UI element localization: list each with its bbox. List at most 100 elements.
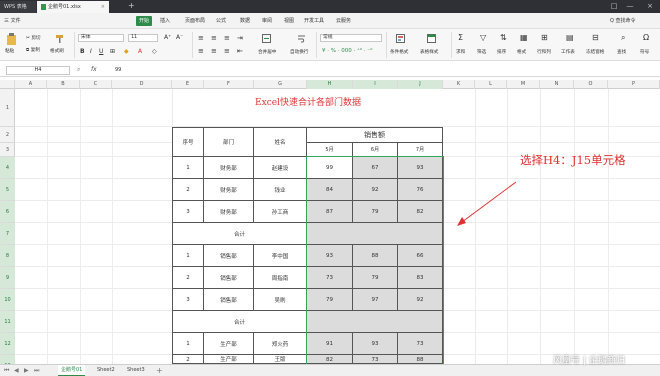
name-box[interactable]: H4: [6, 66, 70, 75]
new-tab-button[interactable]: +: [128, 0, 135, 13]
align-center-icon[interactable]: ≡: [211, 47, 217, 55]
close-window-button[interactable]: ×: [644, 0, 656, 13]
align-bottom-icon[interactable]: ≡: [224, 34, 230, 42]
menu-developer[interactable]: 开发工具: [304, 16, 324, 26]
cell-month6[interactable]: 93: [353, 333, 398, 355]
cell-month6[interactable]: 73: [353, 355, 398, 364]
header-month[interactable]: 5月: [307, 143, 353, 157]
row-header[interactable]: 1: [0, 89, 15, 127]
distribute-icon[interactable]: ⇤: [237, 47, 243, 55]
cell-month6[interactable]: 79: [353, 201, 398, 223]
menu-review[interactable]: 审阅: [262, 16, 272, 26]
row-header[interactable]: 2: [0, 127, 15, 143]
menu-file[interactable]: 三 文件: [4, 16, 21, 26]
italic-button[interactable]: I: [90, 48, 92, 55]
column-header[interactable]: I: [353, 80, 398, 89]
underline-button[interactable]: U: [99, 48, 103, 55]
table-style-button[interactable]: 表格样式: [420, 49, 438, 55]
conditional-format-button[interactable]: 条件格式: [390, 49, 408, 55]
subtotal-cells[interactable]: [307, 223, 443, 245]
menu-data[interactable]: 数据: [240, 16, 250, 26]
cell-month7[interactable]: 73: [398, 333, 443, 355]
bold-button[interactable]: B: [80, 48, 85, 55]
wps-home-tab[interactable]: WPS 表格: [0, 1, 36, 13]
filter-button[interactable]: 筛选: [477, 49, 486, 55]
cell-month7[interactable]: 88: [398, 355, 443, 364]
column-header[interactable]: M: [507, 80, 540, 89]
menu-insert[interactable]: 插入: [160, 16, 170, 26]
prev-sheet-icon[interactable]: ◀: [14, 365, 19, 376]
align-top-icon[interactable]: ≡: [198, 34, 204, 42]
border-button[interactable]: ⊞: [110, 48, 115, 55]
cell-month5[interactable]: 82: [307, 355, 353, 364]
fill-color-button[interactable]: ◆: [124, 48, 129, 55]
subtotal-label[interactable]: 合计: [172, 311, 307, 333]
font-color-button[interactable]: A: [138, 48, 142, 55]
worksheet-button[interactable]: 工作表: [561, 49, 575, 55]
header-name[interactable]: 姓名: [254, 127, 307, 157]
row-header[interactable]: 5: [0, 179, 15, 201]
clear-button[interactable]: ◇: [152, 48, 157, 55]
cell-no[interactable]: 1: [172, 157, 204, 179]
column-header[interactable]: H: [307, 80, 353, 89]
sheet-tab[interactable]: Sheet3: [124, 365, 148, 376]
format-painter-button[interactable]: 格式刷: [50, 48, 64, 54]
first-sheet-icon[interactable]: ⏮: [4, 365, 9, 376]
cell-no[interactable]: 1: [172, 245, 204, 267]
auto-wrap-button[interactable]: 自动换行: [290, 49, 308, 55]
cell-dept[interactable]: 财务部: [204, 179, 254, 201]
cell-month5[interactable]: 87: [307, 201, 353, 223]
column-header[interactable]: J: [398, 80, 443, 89]
cell-dept[interactable]: 销售部: [204, 267, 254, 289]
next-sheet-icon[interactable]: ▶: [24, 365, 29, 376]
cell-month5[interactable]: 79: [307, 289, 353, 311]
row-header[interactable]: 4: [0, 157, 15, 179]
sheet-tab[interactable]: Sheet2: [94, 365, 118, 376]
cell-name[interactable]: 赵建设: [254, 157, 307, 179]
minimize-window-button[interactable]: —: [624, 0, 636, 13]
cell-month5[interactable]: 93: [307, 245, 353, 267]
restore-window-button[interactable]: □: [608, 0, 620, 13]
menu-page-layout[interactable]: 页面布局: [185, 16, 205, 26]
align-middle-icon[interactable]: ≡: [211, 34, 217, 42]
cell-dept[interactable]: 生产部: [204, 355, 254, 364]
menu-view[interactable]: 视图: [284, 16, 294, 26]
font-size-select[interactable]: 11: [128, 34, 158, 42]
symbol-button[interactable]: 符号: [640, 49, 649, 55]
grow-font-button[interactable]: A⁺: [164, 34, 171, 41]
cell-dept[interactable]: 生产部: [204, 333, 254, 355]
cell-name[interactable]: 吴刷: [254, 289, 307, 311]
close-tab-icon[interactable]: ×: [101, 1, 105, 13]
cell-no[interactable]: 2: [172, 267, 204, 289]
cell-month6[interactable]: 79: [353, 267, 398, 289]
cell-name[interactable]: 王版: [254, 355, 307, 364]
header-month[interactable]: 6月: [353, 143, 398, 157]
column-header[interactable]: K: [443, 80, 475, 89]
cut-button[interactable]: ✂ 剪切: [26, 35, 41, 41]
cell-name[interactable]: 李中国: [254, 245, 307, 267]
cell-dept[interactable]: 财务部: [204, 201, 254, 223]
row-header[interactable]: 7: [0, 223, 15, 245]
row-header[interactable]: 9: [0, 267, 15, 289]
column-header[interactable]: L: [475, 80, 507, 89]
cell-month7[interactable]: 82: [398, 201, 443, 223]
header-sales[interactable]: 销售额: [307, 127, 443, 143]
format-button[interactable]: 格式: [517, 49, 526, 55]
column-header[interactable]: B: [47, 80, 80, 89]
formula-input[interactable]: 99: [115, 66, 121, 75]
font-name-select[interactable]: 宋体: [78, 34, 124, 42]
subtotal-cells[interactable]: [307, 311, 443, 333]
cell-no[interactable]: 2: [172, 355, 204, 364]
column-header[interactable]: G: [254, 80, 307, 89]
cell-month6[interactable]: 88: [353, 245, 398, 267]
column-header[interactable]: E: [172, 80, 204, 89]
find-button[interactable]: 查找: [617, 49, 626, 55]
last-sheet-icon[interactable]: ⏭: [34, 365, 39, 376]
cell-month7[interactable]: 76: [398, 179, 443, 201]
rows-cols-button[interactable]: 行和列: [537, 49, 551, 55]
fx-button[interactable]: fx: [91, 66, 97, 73]
cell-month7[interactable]: 93: [398, 157, 443, 179]
column-header[interactable]: O: [574, 80, 608, 89]
select-all-corner[interactable]: [0, 80, 15, 89]
column-header[interactable]: F: [204, 80, 254, 89]
